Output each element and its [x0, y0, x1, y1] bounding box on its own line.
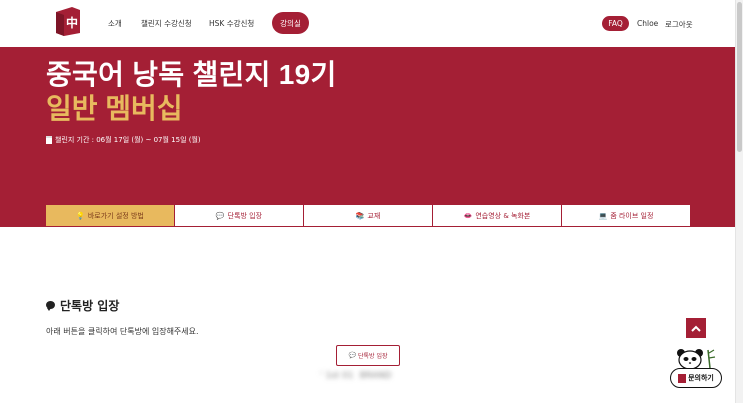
nav-item-intro[interactable]: 소개: [108, 18, 122, 29]
lightbulb-icon: 💡: [76, 211, 85, 220]
speech-bubble-icon: 💬: [215, 211, 225, 220]
inquiry-label: 문의하기: [688, 374, 714, 382]
hero-subtitle: 일반 멤버십: [46, 93, 183, 124]
scroll-to-top-button[interactable]: [686, 318, 706, 338]
faq-button[interactable]: FAQ: [602, 16, 629, 31]
classroom-button[interactable]: 강의실: [272, 12, 309, 34]
logo-icon: [678, 373, 687, 383]
page-scrollbar[interactable]: [735, 0, 743, 403]
laptop-icon: 💻: [598, 211, 608, 220]
nav-item-hsk-signup[interactable]: HSK 수강신청: [209, 18, 254, 29]
logo-icon[interactable]: 中: [54, 6, 82, 36]
blurred-text: BRAND: [359, 371, 392, 381]
tab-label: 바로가기 설정 방법: [87, 211, 144, 220]
challenge-period-text: 챌린지 기간 : 06월 17일 (월) ~ 07월 15일 (월): [55, 136, 201, 144]
tab-label: 교재: [367, 211, 381, 220]
tab-label: 연습영상 & 녹화본: [475, 211, 531, 220]
scrollbar-thumb[interactable]: [737, 2, 742, 152]
tab-group-chat[interactable]: 💬 단톡방 입장: [174, 204, 304, 227]
tab-shortcut-setup[interactable]: 💡 바로가기 설정 방법: [45, 204, 175, 227]
chevron-up-icon: [691, 325, 701, 332]
tab-label: 단톡방 입장: [227, 211, 263, 220]
section-title-text: 단톡방 입장: [60, 298, 120, 313]
logout-link[interactable]: 로그아웃: [665, 19, 693, 30]
inquiry-button[interactable]: 문의하기: [670, 368, 722, 388]
section-description: 아래 버튼을 클릭하여 단톡방에 입장해주세요.: [46, 327, 199, 336]
user-name[interactable]: Chloe: [637, 19, 658, 28]
enter-group-chat-button[interactable]: 💬 단톡방 입장: [336, 345, 400, 366]
section-title: 단톡방 입장: [46, 297, 119, 314]
books-icon: 📚: [355, 211, 365, 220]
enter-group-chat-label: 단톡방 입장: [357, 353, 388, 360]
hero-banner: 중국어 낭독 챌린지 19기 일반 멤버십 챌린지 기간 : 06월 17일 (…: [0, 47, 736, 227]
nav-item-challenge-signup[interactable]: 챌린지 수강신청: [141, 18, 192, 29]
tab-practice-videos[interactable]: 👄 연습영상 & 녹화본: [432, 204, 562, 227]
tab-bar: 💡 바로가기 설정 방법 💬 단톡방 입장 📚 교재 👄 연습영상 & 녹화본 …: [45, 204, 691, 227]
speech-bubble-icon: [46, 301, 55, 312]
blurred-text: ' 1st 01: [320, 371, 354, 381]
blurred-info: ' 1st 01 BRAND: [320, 371, 391, 381]
site-header: 中 소개 챌린지 수강신청 HSK 수강신청 강의실 FAQ Chloe 로그아…: [0, 0, 736, 47]
calendar-icon: [46, 136, 52, 144]
challenge-period: 챌린지 기간 : 06월 17일 (월) ~ 07월 15일 (월): [46, 135, 201, 145]
tab-textbook[interactable]: 📚 교재: [303, 204, 433, 227]
lips-icon: 👄: [463, 211, 473, 220]
svg-text:中: 中: [66, 15, 78, 30]
tab-zoom-schedule[interactable]: 💻 줌 라이브 일정: [561, 204, 691, 227]
tab-label: 줌 라이브 일정: [610, 211, 654, 220]
speech-bubble-icon: 💬: [348, 352, 356, 359]
